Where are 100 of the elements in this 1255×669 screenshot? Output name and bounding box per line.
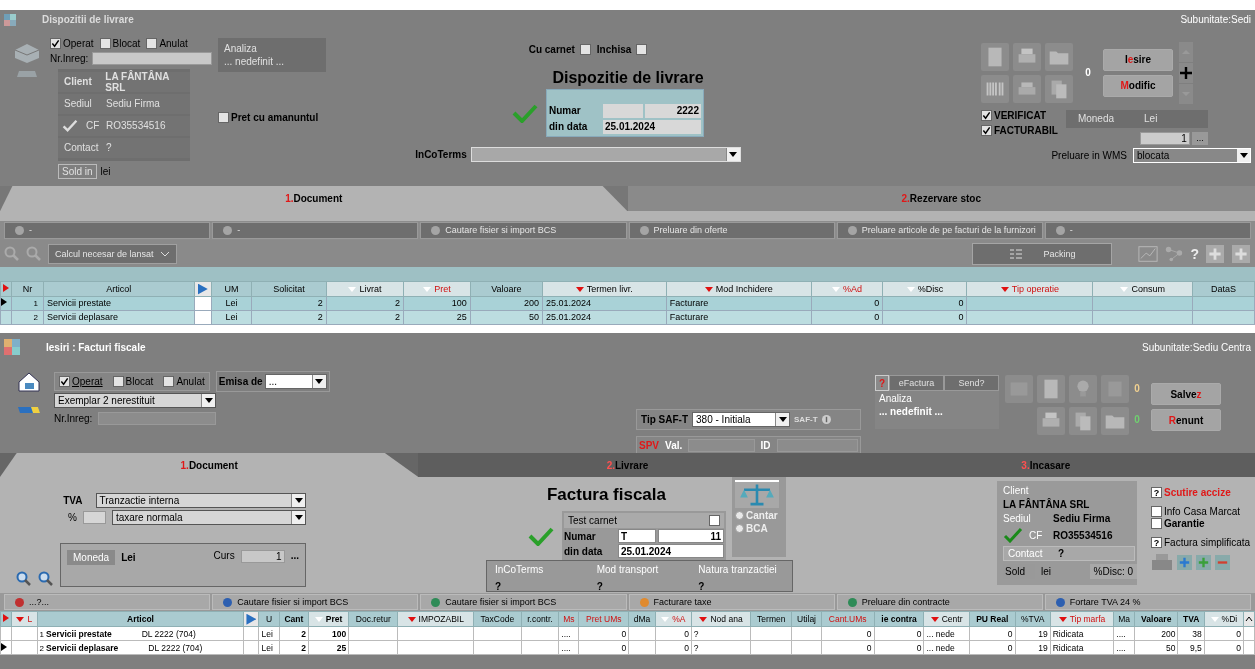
dropdown[interactable]: Exemplar 2 nerestituit — [54, 393, 216, 408]
dropdown-arrow-icon[interactable] — [315, 379, 324, 384]
plus-icon[interactable] — [1231, 244, 1251, 263]
series-field[interactable]: T — [618, 529, 656, 543]
column-header[interactable]: Mod Inchidere — [666, 281, 812, 297]
scroll-up-icon[interactable] — [1245, 616, 1253, 622]
scale-icon[interactable] — [735, 480, 779, 508]
dropdown[interactable]: ... — [264, 374, 327, 389]
option-toggle[interactable]: ? Scutire accize — [1151, 487, 1251, 498]
column-header[interactable]: Termen — [750, 611, 792, 627]
save-button[interactable]: Salvez — [1151, 383, 1221, 405]
tab[interactable]: 1.Document — [0, 453, 419, 477]
action-button[interactable]: Fortare TVA 24 % — [1044, 594, 1252, 610]
column-header[interactable]: %TVA — [1015, 611, 1051, 627]
column-header[interactable]: Termen livr. — [542, 281, 667, 297]
column-header[interactable]: Tip operatie — [966, 281, 1093, 297]
column-header[interactable]: Pret — [403, 281, 471, 297]
contact-button[interactable]: Contact ? — [1003, 546, 1135, 561]
action-button[interactable]: - — [1044, 222, 1252, 239]
checkbox[interactable]: Operat — [59, 376, 103, 387]
date-field[interactable]: 25.01.2024 — [603, 119, 701, 134]
plus-icon[interactable] — [1205, 244, 1225, 263]
input-field[interactable] — [82, 511, 106, 524]
column-header[interactable]: Articol — [37, 611, 244, 627]
cancel-button[interactable]: Renunt — [1151, 409, 1221, 431]
column-header[interactable]: L — [11, 611, 38, 627]
checkbox[interactable]: Info Casa Marcat — [1151, 506, 1251, 517]
document-icon[interactable] — [1101, 375, 1129, 403]
input-field[interactable] — [92, 51, 213, 65]
rate-field[interactable]: 1 — [1139, 131, 1190, 145]
option-toggle[interactable]: ? Factura simplificata — [1151, 537, 1251, 548]
column-header[interactable]: Articol — [43, 281, 195, 297]
input-field[interactable] — [776, 439, 858, 452]
chevron-down-icon[interactable] — [159, 250, 170, 257]
chart-icon[interactable] — [1138, 244, 1159, 263]
more-button[interactable]: ... — [290, 550, 299, 561]
action-button[interactable]: Cautare fisier si import BCS — [420, 222, 627, 239]
dropdown[interactable]: blocata — [1133, 147, 1251, 163]
checkbox[interactable]: Inchisa — [596, 43, 648, 55]
exit-button[interactable]: Iesire — [1103, 48, 1173, 71]
rate-field[interactable]: 1 — [240, 550, 285, 563]
search-icon[interactable] — [38, 571, 54, 587]
lightbulb-icon[interactable] — [1069, 375, 1097, 403]
checkbox[interactable]: VERIFICAT — [981, 109, 1058, 121]
column-header[interactable]: UM — [211, 281, 252, 297]
play-icon[interactable] — [197, 283, 208, 295]
action-button[interactable]: Preluare din contracte — [836, 594, 1043, 610]
dropdown[interactable]: 380 - Initiala — [692, 412, 791, 427]
column-header[interactable]: %A — [655, 611, 692, 627]
column-header[interactable]: Cant — [279, 611, 309, 627]
printer-icon[interactable] — [1013, 74, 1041, 103]
column-header[interactable]: Doc.retur — [348, 611, 398, 627]
pages-icon[interactable] — [1069, 407, 1097, 435]
checkbox[interactable]: Operat — [50, 37, 94, 49]
action-button[interactable]: - — [4, 222, 211, 239]
column-header[interactable]: r.contr. — [521, 611, 559, 627]
dropdown[interactable]: taxare normala — [111, 510, 306, 525]
column-header[interactable]: Consum — [1092, 281, 1193, 297]
action-button[interactable]: Facturare taxe — [628, 594, 835, 610]
column-header[interactable]: Nr — [11, 281, 44, 297]
column-header[interactable]: Utilaj — [791, 611, 822, 627]
checkbox[interactable] — [709, 515, 720, 526]
more-button[interactable]: ... — [1191, 131, 1208, 145]
checkbox[interactable]: Pret cu amanuntul — [218, 111, 418, 123]
action-button[interactable]: - — [212, 222, 419, 239]
folder-icon[interactable] — [1045, 42, 1073, 71]
checkbox[interactable]: Blocat — [99, 37, 141, 49]
column-header[interactable]: TaxCode — [473, 611, 522, 627]
input-field[interactable] — [98, 412, 217, 425]
dropdown-arrow-icon[interactable] — [294, 515, 303, 520]
plus-icon[interactable] — [1179, 62, 1193, 83]
play-icon[interactable] — [246, 613, 257, 625]
column-header[interactable]: %Di — [1204, 611, 1244, 627]
column-header[interactable]: Valoare — [1134, 611, 1178, 627]
column-header[interactable]: Tip marfa — [1050, 611, 1114, 627]
column-header[interactable]: Centr — [923, 611, 970, 627]
barcode-icon[interactable] — [981, 74, 1009, 103]
column-header[interactable]: IMPOZABIL — [397, 611, 474, 627]
column-header[interactable]: Ma — [1113, 611, 1135, 627]
printer-icon[interactable] — [1151, 553, 1173, 571]
checkbox[interactable]: Anulat — [163, 376, 205, 387]
checkbox[interactable]: Anulat — [146, 37, 188, 49]
packing-button[interactable]: Packing — [972, 242, 1113, 265]
document-icon[interactable] — [1037, 375, 1065, 403]
list-icon[interactable] — [1009, 247, 1024, 260]
checkbox[interactable]: Cu carnet — [528, 43, 591, 55]
column-header[interactable]: DataS — [1192, 281, 1255, 297]
tab[interactable]: 1.Document — [0, 185, 628, 212]
dropdown-arrow-icon[interactable] — [729, 151, 738, 157]
column-header[interactable]: ie contra — [874, 611, 924, 627]
column-header[interactable]: PU Real — [969, 611, 1016, 627]
dropdown[interactable]: Tranzactie interna — [95, 493, 306, 508]
printer-icon[interactable] — [1037, 407, 1065, 435]
column-header[interactable]: Nod ana — [691, 611, 751, 627]
info-icon[interactable] — [821, 415, 831, 424]
column-header[interactable]: %Disc — [882, 281, 967, 297]
column-header[interactable]: Pret — [308, 611, 349, 627]
column-header[interactable]: Valoare — [470, 281, 543, 297]
document-icon[interactable] — [981, 42, 1009, 71]
modify-button[interactable]: Modific — [1103, 74, 1173, 97]
